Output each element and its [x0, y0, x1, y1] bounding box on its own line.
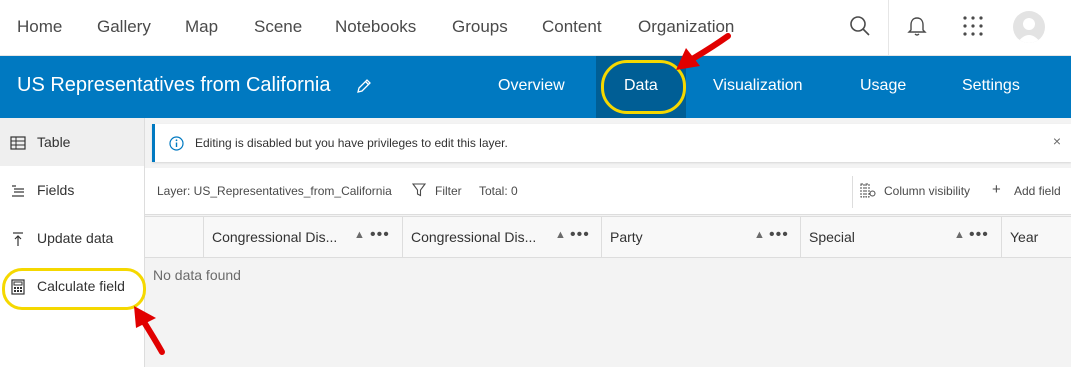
- empty-table-message: No data found: [153, 267, 241, 283]
- column-header-label: Congressional Dis...: [212, 229, 338, 245]
- app-grid-icon[interactable]: [959, 12, 987, 40]
- sidebar-item-label: Table: [37, 134, 71, 150]
- editing-disabled-notice: Editing is disabled but you have privile…: [152, 124, 1071, 162]
- page-title: US Representatives from California: [17, 74, 331, 96]
- sort-icon[interactable]: ▲︎: [354, 229, 365, 241]
- bell-icon[interactable]: [903, 12, 931, 40]
- sort-icon[interactable]: ▲︎: [754, 229, 765, 241]
- red-arrow-icon: [134, 306, 165, 355]
- column-header[interactable]: Party ▲︎ •••: [601, 217, 801, 257]
- more-options-icon[interactable]: •••: [570, 226, 590, 244]
- sidebar-item-label: Update data: [37, 230, 114, 246]
- fields-list-icon: [10, 183, 26, 199]
- highlight-ring-calculate-field: [2, 268, 146, 310]
- nav-scene[interactable]: Scene: [254, 17, 302, 37]
- upload-icon: [10, 231, 26, 247]
- data-table-panel: Editing is disabled but you have privile…: [145, 118, 1071, 367]
- column-header-label: Congressional Dis...: [411, 229, 537, 245]
- pencil-icon[interactable]: [355, 77, 373, 100]
- nav-home[interactable]: Home: [17, 17, 62, 37]
- nav-map[interactable]: Map: [185, 17, 218, 37]
- plus-icon[interactable]: +: [992, 181, 1001, 198]
- nav-gallery[interactable]: Gallery: [97, 17, 151, 37]
- nav-notebooks[interactable]: Notebooks: [335, 17, 416, 37]
- column-header[interactable]: Year: [1001, 217, 1071, 257]
- sidebar-item-update-data[interactable]: Update data: [0, 214, 144, 262]
- red-arrow-icon: [676, 33, 731, 70]
- item-header: US Representatives from California Overv…: [0, 56, 1071, 118]
- more-options-icon[interactable]: •••: [769, 226, 789, 244]
- more-options-icon[interactable]: •••: [969, 226, 989, 244]
- column-header-label: Year: [1010, 229, 1039, 245]
- sidebar-item-table[interactable]: Table: [0, 118, 144, 166]
- column-header[interactable]: Congressional Dis... ▲︎ •••: [402, 217, 602, 257]
- column-header-label: Party: [610, 229, 643, 245]
- layer-name: Layer: US_Representatives_from_Californi…: [157, 184, 392, 198]
- add-field-button[interactable]: Add field: [1014, 184, 1061, 198]
- filter-icon[interactable]: [411, 183, 427, 200]
- sidebar-item-label: Fields: [37, 182, 75, 198]
- toolbar-divider: [852, 176, 853, 208]
- top-navigation: Home Gallery Map Scene Notebooks Groups …: [0, 0, 1071, 56]
- search-icon[interactable]: [846, 12, 874, 40]
- nav-divider: [888, 0, 889, 55]
- notice-message: Editing is disabled but you have privile…: [195, 136, 508, 150]
- column-header[interactable]: Special ▲︎ •••: [800, 217, 1002, 257]
- sidebar-item-fields[interactable]: Fields: [0, 166, 144, 214]
- tab-usage[interactable]: Usage: [860, 77, 906, 95]
- user-avatar[interactable]: [1013, 11, 1045, 43]
- data-sidebar: Table Fields Update data Calculate field: [0, 118, 145, 367]
- close-icon[interactable]: ×: [1053, 133, 1061, 149]
- column-header-label: Special: [809, 229, 855, 245]
- table-icon: [10, 135, 26, 151]
- tab-settings[interactable]: Settings: [962, 77, 1020, 95]
- column-header[interactable]: Congressional Dis... ▲︎ •••: [203, 217, 403, 257]
- total-count: Total: 0: [479, 184, 518, 198]
- sort-icon[interactable]: ▲︎: [954, 229, 965, 241]
- table-toolbar: Layer: US_Representatives_from_Californi…: [145, 168, 1071, 215]
- nav-groups[interactable]: Groups: [452, 17, 508, 37]
- sort-icon[interactable]: ▲︎: [555, 229, 566, 241]
- nav-content[interactable]: Content: [542, 17, 602, 37]
- more-options-icon[interactable]: •••: [370, 226, 390, 244]
- info-icon: [169, 136, 184, 156]
- column-visibility-button[interactable]: Column visibility: [884, 184, 970, 198]
- filter-button[interactable]: Filter: [435, 184, 462, 198]
- tab-visualization[interactable]: Visualization: [713, 77, 803, 95]
- tab-overview[interactable]: Overview: [498, 77, 565, 95]
- column-visibility-icon[interactable]: [860, 183, 876, 201]
- table-header: Congressional Dis... ▲︎ ••• Congressiona…: [145, 216, 1071, 258]
